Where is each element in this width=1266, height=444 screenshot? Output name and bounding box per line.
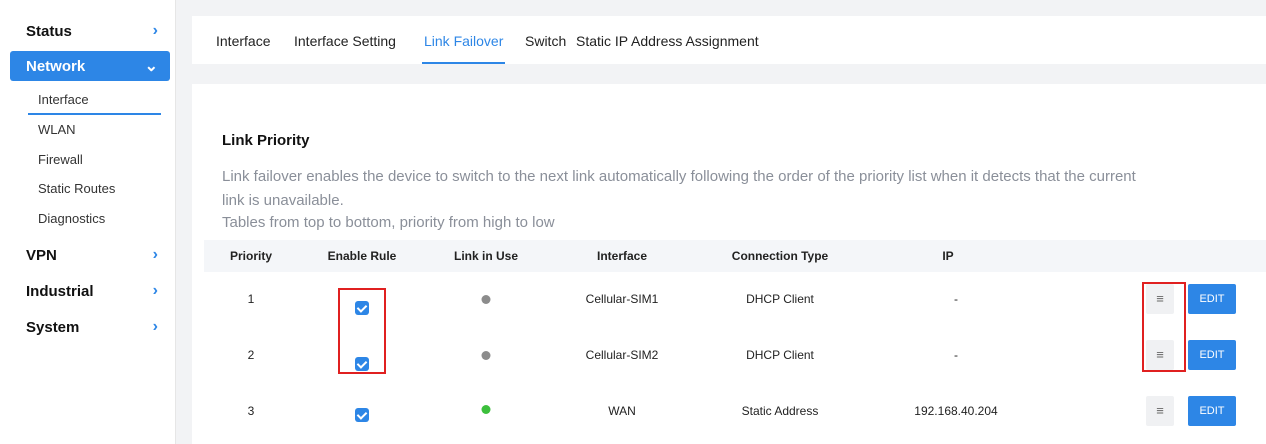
nav-network[interactable]: Network ⌄ (10, 51, 170, 81)
link-status-dot (481, 295, 491, 304)
sidebar-item-diagnostics[interactable]: Diagnostics (38, 211, 105, 226)
active-item-underline (28, 113, 161, 115)
edit-button[interactable]: EDIT (1188, 340, 1236, 370)
tab-interface[interactable]: Interface (216, 16, 270, 64)
interface-cell: WAN (608, 404, 636, 418)
tab-static-ip-assignment[interactable]: Static IP Address Assignment (576, 16, 759, 64)
tab-link-failover[interactable]: Link Failover (421, 16, 506, 64)
nav-vpn[interactable]: VPN › (10, 240, 170, 270)
sidebar-item-static-routes[interactable]: Static Routes (38, 181, 115, 196)
edit-button[interactable]: EDIT (1188, 396, 1236, 426)
connection-type-cell: DHCP Client (746, 292, 814, 306)
drag-handle-icon[interactable]: ≡ (1146, 396, 1174, 426)
nav-industrial-label: Industrial (26, 282, 94, 300)
column-header-ip: IP (942, 249, 954, 263)
interface-cell: Cellular-SIM1 (585, 292, 659, 306)
nav-vpn-label: VPN (26, 246, 57, 264)
ip-cell: 192.168.40.204 (914, 404, 998, 418)
chevron-down-icon: ⌄ (144, 58, 158, 75)
priority-cell: 1 (247, 292, 255, 306)
highlight-box-enable-rule (338, 288, 386, 374)
connection-type-cell: Static Address (741, 404, 819, 418)
description-line-3: Tables from top to bottom, priority from… (222, 214, 555, 231)
table-row: 3 WAN Static Address 192.168.40.204 ≡ ED… (204, 388, 1266, 434)
column-header-connection-type: Connection Type (731, 249, 829, 263)
ip-cell: - (954, 292, 958, 306)
highlight-box-drag-handles (1142, 282, 1186, 372)
edit-button[interactable]: EDIT (1188, 284, 1236, 314)
sidebar-item-wlan[interactable]: WLAN (38, 122, 76, 137)
column-header-link-in-use: Link in Use (453, 249, 519, 263)
chevron-right-icon: › (152, 22, 158, 39)
sidebar: Status › Network ⌄ Interface WLAN Firewa… (0, 0, 176, 444)
chevron-right-icon: › (152, 282, 158, 299)
nav-status-label: Status (26, 22, 72, 40)
column-header-priority: Priority (229, 249, 273, 263)
description-line-2: link is unavailable. (222, 192, 344, 209)
interface-cell: Cellular-SIM2 (585, 348, 659, 362)
tab-interface-setting[interactable]: Interface Setting (294, 16, 396, 64)
chevron-right-icon: › (152, 318, 158, 335)
nav-system-label: System (26, 318, 80, 336)
sidebar-item-interface[interactable]: Interface (38, 92, 89, 107)
nav-status[interactable]: Status › (10, 16, 170, 46)
column-header-enable-rule: Enable Rule (327, 249, 397, 263)
ip-cell: - (954, 348, 958, 362)
tab-switch[interactable]: Switch (525, 16, 566, 64)
priority-cell: 3 (247, 404, 255, 418)
link-status-dot (481, 405, 491, 414)
priority-cell: 2 (247, 348, 255, 362)
enable-rule-checkbox[interactable] (355, 408, 369, 422)
nav-network-label: Network (26, 57, 86, 75)
nav-industrial[interactable]: Industrial › (10, 276, 170, 306)
description-line-1: Link failover enables the device to swit… (222, 168, 1136, 185)
link-status-dot (481, 351, 491, 360)
sidebar-item-firewall[interactable]: Firewall (38, 152, 83, 167)
section-title: Link Priority (222, 132, 310, 149)
table-header: Priority Enable Rule Link in Use Interfa… (204, 240, 1266, 272)
connection-type-cell: DHCP Client (746, 348, 814, 362)
nav-system[interactable]: System › (10, 312, 170, 342)
content-panel: Link Priority Link failover enables the … (192, 84, 1266, 444)
column-header-interface: Interface (596, 249, 648, 263)
tab-bar: Interface Interface Setting Link Failove… (192, 16, 1266, 64)
chevron-right-icon: › (152, 246, 158, 263)
